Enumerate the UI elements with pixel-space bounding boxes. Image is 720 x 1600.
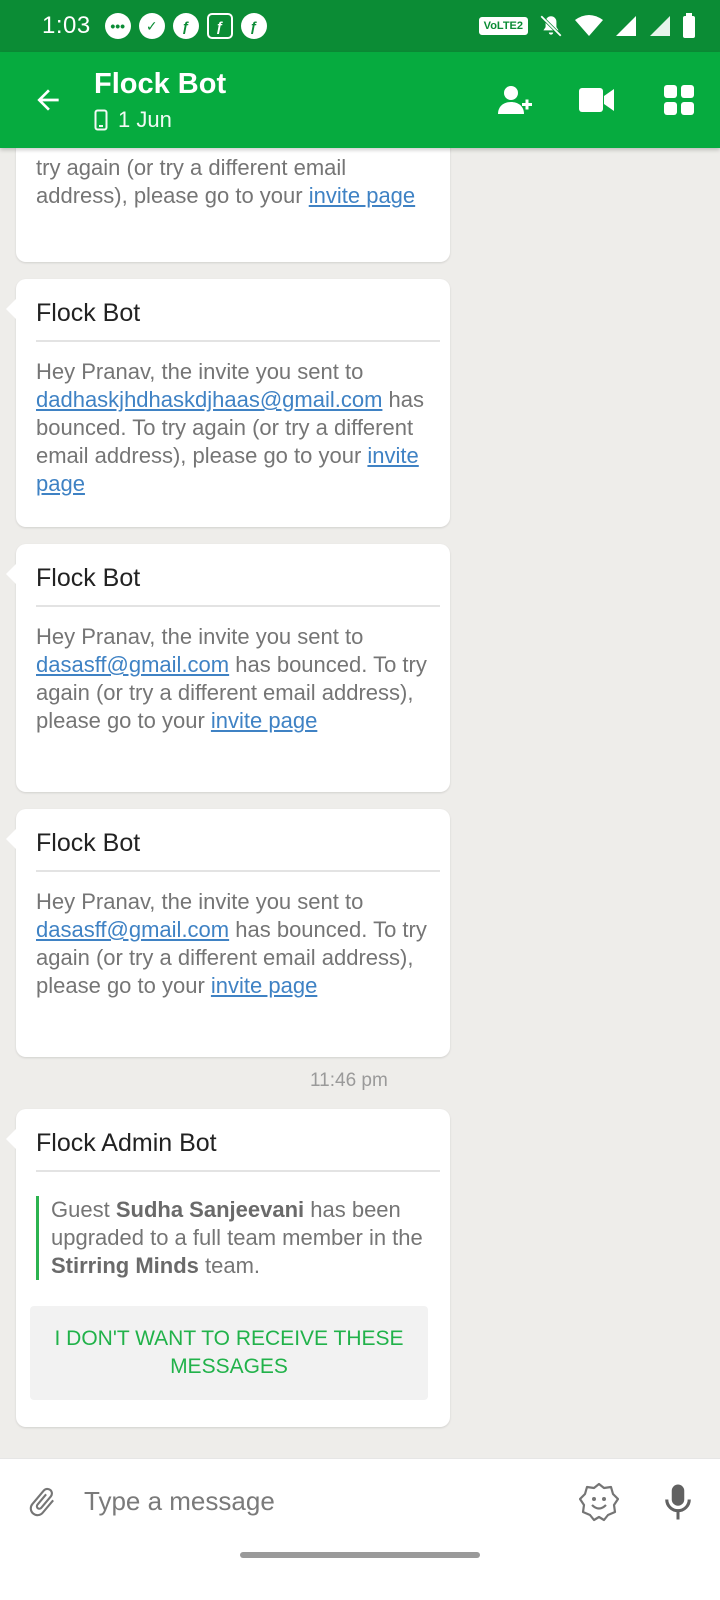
message-text: try again (or try a different email addr… (36, 155, 416, 208)
volte-badge: VoLTE2 (478, 17, 528, 35)
message-bubble: Flock Bot Hey Pranav, the invite you sen… (6, 809, 450, 1057)
chat-subtitle: 1 Jun (94, 107, 226, 133)
arrow-left-icon (37, 89, 59, 111)
email-link[interactable]: dasasff@gmail.com (36, 917, 229, 942)
attach-button[interactable] (0, 1459, 84, 1545)
signal-icon-2 (650, 16, 670, 36)
admin-message-bubble: Flock Admin Bot Guest Sudha Sanjeevani h… (6, 1109, 450, 1427)
message-sender: Flock Admin Bot (36, 1109, 440, 1172)
signal-icon (616, 16, 636, 36)
compose-bar (0, 1458, 720, 1544)
microphone-icon (665, 1484, 691, 1519)
phone-icon (94, 109, 108, 131)
battery-icon (683, 13, 695, 38)
email-link[interactable]: dasasff@gmail.com (36, 652, 229, 677)
message-sender: Flock Bot (36, 544, 440, 607)
message-text: Hey Pranav, the invite you sent to dasas… (36, 624, 427, 733)
message-text: Hey Pranav, the invite you sent to dasas… (36, 889, 427, 998)
flock-notification-icon: ƒ (172, 13, 199, 39)
message-sender: Flock Bot (36, 809, 440, 872)
chat-title: Flock Bot (94, 68, 227, 100)
flock-square-notification-icon: ƒ (206, 13, 233, 39)
message-input[interactable] (84, 1486, 544, 1517)
mic-button[interactable] (636, 1459, 720, 1545)
home-indicator[interactable] (240, 1552, 480, 1558)
app-notification-icon: ✓ (138, 13, 165, 39)
video-call-button[interactable] (556, 52, 638, 148)
grid-icon (664, 85, 694, 115)
invite-page-link[interactable]: invite page (211, 973, 317, 998)
message-text: Hey Pranav, the invite you sent to dadha… (36, 359, 425, 496)
message-bubble: Flock Bot Hey Pranav, the invite you sen… (6, 279, 450, 527)
status-time: 1:03 (42, 12, 91, 39)
opt-out-button[interactable]: I DON'T WANT TO RECEIVE THESE MESSAGES (30, 1306, 428, 1400)
wifi-icon (575, 15, 603, 36)
message-bubble: try again (or try a different email addr… (16, 148, 450, 262)
message-sender: Flock Bot (36, 279, 440, 342)
smiley-badge-icon (579, 1482, 619, 1521)
message-bubble: Flock Bot Hey Pranav, the invite you sen… (6, 544, 450, 792)
paperclip-icon (29, 1487, 54, 1516)
message-timestamp: 11:46 pm (310, 1070, 388, 1091)
video-camera-icon (579, 88, 614, 112)
system-icons: VoLTE2 (478, 13, 696, 39)
message-notification-icon: ••• (104, 13, 131, 39)
app-bar: Flock Bot 1 Jun (0, 52, 720, 148)
status-bar: 1:03 ••• ✓ ƒ ƒ ƒ VoLTE2 (0, 0, 720, 52)
flock-notification-icon-2: ƒ (240, 13, 267, 39)
chat-history[interactable]: try again (or try a different email addr… (0, 148, 720, 1488)
app-actions (474, 52, 720, 148)
team-name: Stirring Minds (51, 1253, 199, 1278)
admin-message-text: Guest Sudha Sanjeevani has been upgraded… (36, 1196, 440, 1280)
last-seen-date: 1 Jun (118, 107, 172, 132)
notification-icons: ••• ✓ ƒ ƒ ƒ (104, 13, 267, 39)
invite-page-link[interactable]: invite page (211, 708, 317, 733)
add-user-icon (498, 86, 532, 114)
sticker-button[interactable] (562, 1459, 636, 1545)
member-name: Sudha Sanjeevani (115, 1197, 305, 1222)
mute-icon (540, 15, 562, 37)
back-button[interactable] (0, 52, 96, 148)
add-user-button[interactable] (474, 52, 556, 148)
email-link[interactable]: dadhaskjhdhaskdjhaas@gmail.com (36, 387, 382, 412)
invite-page-link[interactable]: invite page (309, 183, 415, 208)
chat-title-area[interactable]: Flock Bot 1 Jun (94, 67, 226, 133)
apps-grid-button[interactable] (638, 52, 720, 148)
